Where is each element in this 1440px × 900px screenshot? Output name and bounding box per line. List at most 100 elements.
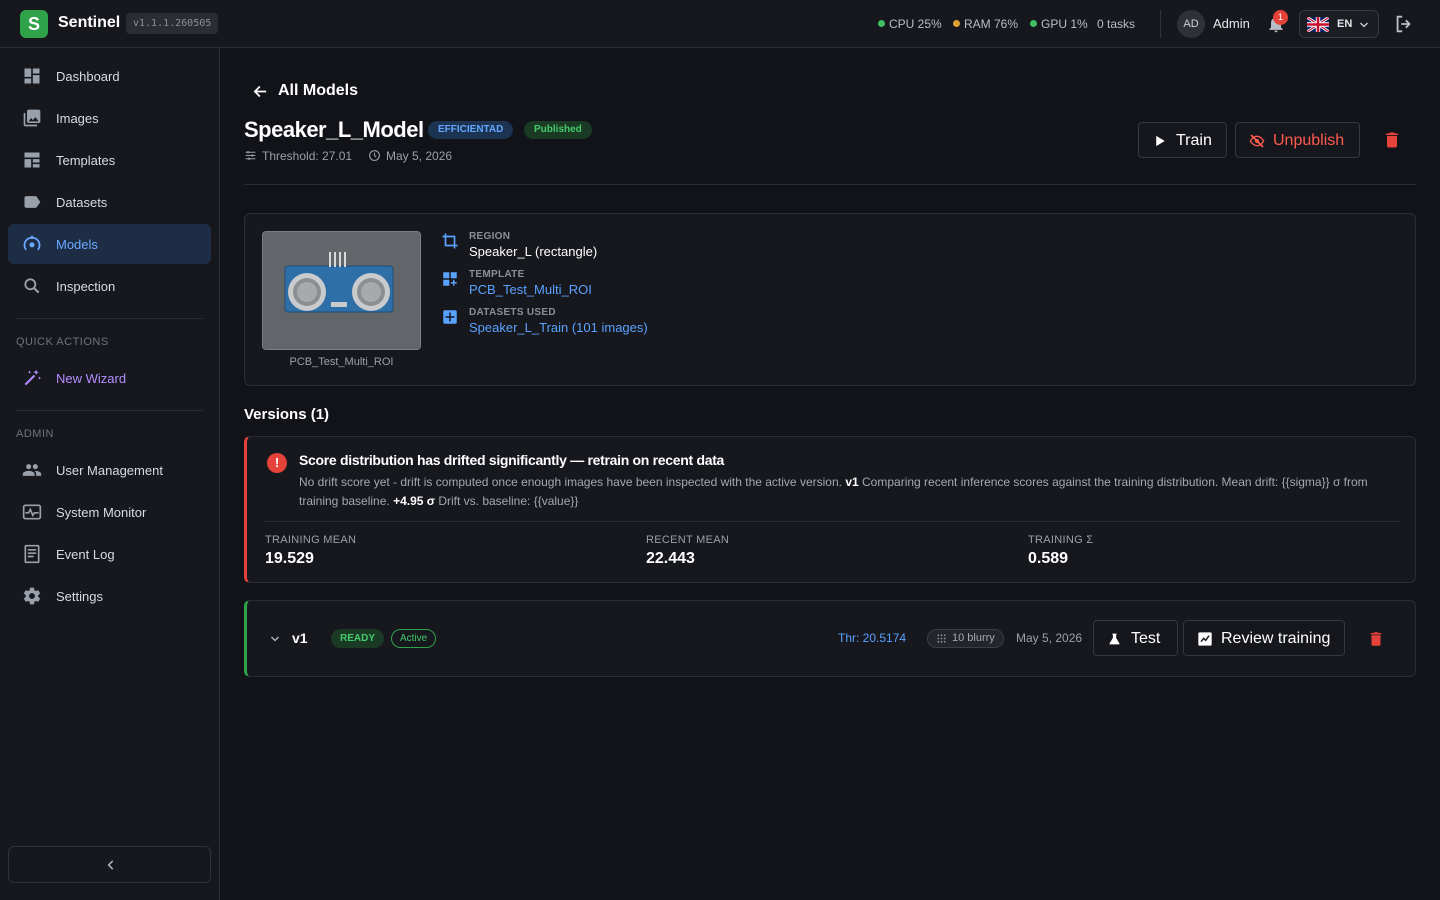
- back-link-label: All Models: [278, 82, 359, 99]
- version-row[interactable]: v1 READY Active Thr: 20.5174 10 blurry M…: [244, 600, 1416, 677]
- sidebar-item-label: Event Log: [56, 547, 115, 562]
- sidebar-item-templates[interactable]: Templates: [8, 140, 211, 180]
- version-date: May 5, 2026: [1016, 631, 1083, 645]
- sidebar-item-new-wizard[interactable]: New Wizard: [8, 358, 211, 398]
- logout-icon[interactable]: [1393, 13, 1415, 35]
- recent-mean-value: 22.443: [646, 550, 695, 567]
- sidebar-item-datasets[interactable]: Datasets: [8, 182, 211, 222]
- alert-divider: [265, 521, 1400, 522]
- header-divider: [244, 184, 1416, 185]
- template-icon: [443, 272, 457, 286]
- sliders-icon: [245, 151, 256, 160]
- models-icon: [23, 235, 41, 251]
- gpu-stat: GPU 1%: [1030, 17, 1088, 31]
- model-info-card: PCB_Test_Multi_ROI REGION Speaker_L (rec…: [244, 213, 1416, 386]
- sidebar: Dashboard Images Templates Datasets Mode…: [0, 48, 220, 900]
- chevron-left-icon: [107, 860, 114, 870]
- user-name[interactable]: Admin: [1213, 16, 1250, 31]
- test-button[interactable]: Test: [1093, 620, 1178, 656]
- backbone-badge: EFFICIENTAD: [428, 121, 514, 139]
- review-training-button-label: Review training: [1221, 630, 1331, 647]
- thumbnail-caption: PCB_Test_Multi_ROI: [289, 356, 394, 368]
- images-icon: [23, 109, 41, 127]
- datasets-icon: [24, 196, 41, 208]
- page-title: Speaker_L_Model: [244, 117, 424, 142]
- template-thumbnail[interactable]: [262, 231, 421, 350]
- pcb-sensor-image: [263, 232, 420, 349]
- avatar[interactable]: AD: [1177, 10, 1205, 38]
- search-icon: [24, 278, 40, 294]
- template-link[interactable]: PCB_Test_Multi_ROI: [469, 282, 592, 297]
- blurry-count-badge: 10 blurry: [927, 629, 1004, 648]
- sidebar-divider: [16, 318, 203, 319]
- notification-count-badge[interactable]: 1: [1273, 10, 1288, 25]
- sidebar-item-models[interactable]: Models: [8, 224, 211, 264]
- ram-status-dot: [953, 20, 960, 27]
- flask-icon: [1109, 633, 1120, 645]
- training-mean-label: TRAINING MEAN: [265, 534, 357, 546]
- cpu-stat: CPU 25%: [878, 17, 942, 31]
- sidebar-item-user-management[interactable]: User Management: [8, 450, 211, 490]
- sidebar-item-inspection[interactable]: Inspection: [8, 266, 211, 306]
- status-badge: Published: [524, 121, 592, 139]
- sidebar-item-dashboard[interactable]: Dashboard: [8, 56, 211, 96]
- play-icon: [1156, 135, 1165, 147]
- version-state-badge: READY: [331, 629, 385, 648]
- header-divider: [1160, 10, 1161, 38]
- dataset-link[interactable]: Speaker_L_Train (101 images): [469, 320, 648, 335]
- gear-icon: [23, 587, 41, 605]
- train-button[interactable]: Train: [1138, 122, 1227, 158]
- wand-icon: [24, 369, 42, 386]
- gpu-status-dot: [1030, 20, 1037, 27]
- arrow-left-icon: [253, 85, 267, 98]
- sidebar-item-label: Templates: [56, 153, 116, 168]
- app-logo[interactable]: S: [20, 10, 48, 38]
- alert-icon: !: [267, 453, 287, 473]
- datasets-label: DATASETS USED: [469, 307, 556, 318]
- eye-off-icon: [1249, 134, 1265, 148]
- templates-icon: [24, 152, 40, 168]
- ram-stat: RAM 76%: [953, 17, 1018, 31]
- sidebar-divider: [16, 410, 203, 411]
- cpu-status-dot: [878, 20, 885, 27]
- alert-title: Score distribution has drifted significa…: [299, 452, 725, 468]
- review-training-button[interactable]: Review training: [1183, 620, 1345, 656]
- version-name: v1: [292, 630, 308, 646]
- sidebar-item-settings[interactable]: Settings: [8, 576, 211, 616]
- sidebar-item-label: Models: [56, 237, 98, 252]
- drift-alert: ! Score distribution has drifted signifi…: [244, 436, 1416, 583]
- review-chart-icon: [1198, 632, 1212, 646]
- sidebar-item-system-monitor[interactable]: System Monitor: [8, 492, 211, 532]
- region-label: REGION: [469, 231, 511, 242]
- language-selector[interactable]: EN: [1299, 10, 1379, 38]
- quick-actions-heading: QUICK ACTIONS: [16, 336, 109, 348]
- version-active-badge: Active: [391, 629, 437, 648]
- chevron-down-icon: [1360, 22, 1368, 28]
- versions-heading: Versions (1): [244, 406, 330, 423]
- crop-icon: [442, 233, 458, 249]
- uk-flag-icon: [1307, 17, 1329, 32]
- training-sigma-value: 0.589: [1028, 550, 1069, 567]
- chevron-down-icon[interactable]: [269, 633, 281, 645]
- language-code: EN: [1337, 18, 1353, 30]
- delete-version-trash-icon[interactable]: [1367, 629, 1385, 649]
- sidebar-item-event-log[interactable]: Event Log: [8, 534, 211, 574]
- training-mean-value: 19.529: [265, 550, 314, 567]
- alert-body: No drift score yet - drift is computed o…: [299, 475, 1368, 508]
- dashboard-icon: [24, 68, 40, 84]
- train-button-label: Train: [1176, 132, 1212, 149]
- sidebar-item-images[interactable]: Images: [8, 98, 211, 138]
- sidebar-item-label: Inspection: [56, 279, 116, 294]
- collapse-sidebar-button[interactable]: [8, 846, 211, 883]
- version-badge: v1.1.1.260505: [126, 13, 219, 34]
- unpublish-button[interactable]: Unpublish: [1235, 122, 1360, 158]
- delete-model-trash-icon[interactable]: [1382, 129, 1402, 151]
- version-threshold[interactable]: Thr: 20.5174: [838, 631, 906, 645]
- tasks-stat[interactable]: 0 tasks: [1097, 17, 1135, 31]
- app-brand: Sentinel: [58, 14, 121, 31]
- test-button-label: Test: [1131, 630, 1161, 647]
- sidebar-item-label: Datasets: [56, 195, 108, 210]
- sidebar-item-label: User Management: [56, 463, 163, 478]
- log-icon: [24, 544, 40, 564]
- top-bar: S Sentinel v1.1.1.260505 CPU 25% RAM 76%…: [0, 0, 1440, 48]
